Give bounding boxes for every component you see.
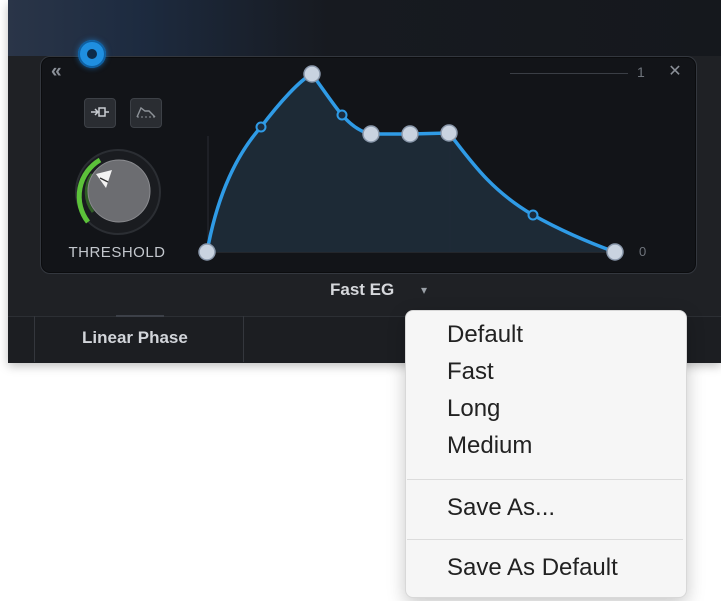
tab-indicator — [116, 315, 164, 317]
menu-separator — [407, 539, 683, 540]
close-icon[interactable]: ✕ — [667, 64, 683, 80]
envelope-node[interactable] — [606, 243, 624, 261]
menu-item-long[interactable]: Long — [447, 394, 500, 424]
envelope-node[interactable] — [198, 243, 216, 261]
curve-handle[interactable] — [527, 209, 539, 221]
envelope-mode-button[interactable] — [130, 98, 162, 128]
envelope-node[interactable] — [362, 125, 380, 143]
curve-handle[interactable] — [255, 121, 267, 133]
threshold-knob[interactable] — [62, 148, 172, 242]
axis-zero-label: 0 — [639, 244, 647, 259]
header-glow — [8, 0, 721, 56]
menu-item-medium[interactable]: Medium — [447, 431, 532, 461]
menu-item-fast[interactable]: Fast — [447, 357, 494, 387]
preset-selector[interactable]: Fast EG — [330, 280, 394, 300]
threshold-label: THRESHOLD — [68, 244, 166, 261]
menu-item-default[interactable]: Default — [447, 320, 523, 350]
menu-item-save-as-default[interactable]: Save As Default — [447, 553, 618, 583]
envelope-node[interactable] — [303, 65, 321, 83]
sidechain-mode-button[interactable] — [84, 98, 116, 128]
double-chevron-left-icon[interactable]: « — [51, 62, 71, 82]
envelope-graph[interactable] — [190, 60, 650, 270]
envelope-node[interactable] — [440, 124, 458, 142]
band-handle[interactable] — [78, 40, 106, 68]
tab-label: Linear Phase — [82, 328, 188, 347]
sidechain-icon — [91, 107, 109, 117]
menu-item-save-as[interactable]: Save As... — [447, 493, 555, 523]
envelope-node[interactable] — [401, 125, 419, 143]
chevron-down-icon[interactable]: ▾ — [421, 283, 427, 297]
envelope-shape-icon — [136, 106, 156, 118]
curve-handle[interactable] — [336, 109, 348, 121]
menu-separator — [407, 479, 683, 480]
